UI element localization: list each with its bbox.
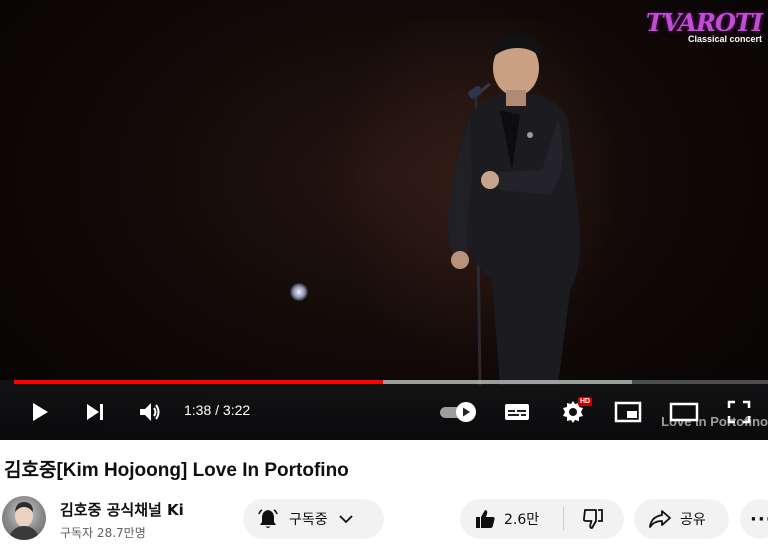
dislike-button[interactable] bbox=[564, 499, 622, 539]
chevron-down-icon bbox=[339, 515, 353, 524]
like-count: 2.6만 bbox=[504, 512, 540, 528]
progress-bar[interactable] bbox=[14, 380, 768, 384]
player-controls: 1:38 / 3:22 HD bbox=[0, 392, 768, 432]
share-label: 공유 bbox=[680, 512, 706, 528]
subscriber-count: 구독자 28.7만명 bbox=[60, 526, 146, 540]
fullscreen-icon bbox=[727, 400, 751, 424]
thumbs-down-icon bbox=[583, 509, 603, 529]
progress-played bbox=[14, 380, 384, 384]
play-icon bbox=[33, 403, 48, 421]
hd-badge: HD bbox=[578, 397, 593, 406]
time-separator: / bbox=[211, 402, 223, 418]
volume-button[interactable] bbox=[136, 392, 164, 432]
next-button[interactable] bbox=[82, 392, 108, 432]
time-total: 3:22 bbox=[222, 402, 251, 418]
share-button[interactable]: 공유 bbox=[634, 499, 729, 539]
video-player[interactable]: TVAROTI Classical concert Love in Portof… bbox=[0, 0, 768, 440]
time-current: 1:38 bbox=[184, 402, 212, 418]
next-icon bbox=[87, 404, 103, 420]
time-display: 1:38 / 3:22 bbox=[184, 402, 250, 418]
theater-icon bbox=[669, 402, 699, 422]
subscribe-label: 구독중 bbox=[289, 512, 328, 528]
thumbs-up-icon bbox=[476, 510, 495, 528]
avatar-image bbox=[8, 502, 40, 540]
volume-icon bbox=[140, 403, 160, 421]
channel-name[interactable]: 김호중 공식채널 Ki bbox=[60, 499, 184, 520]
fullscreen-button[interactable] bbox=[724, 392, 754, 432]
bell-icon bbox=[258, 509, 278, 528]
channel-watermark: TVAROTI Classical concert bbox=[645, 8, 763, 45]
video-title: 김호중[Kim Hojoong] Love In Portofino bbox=[4, 460, 349, 481]
theater-button[interactable] bbox=[668, 392, 700, 432]
share-icon bbox=[649, 510, 671, 528]
autoplay-toggle-icon bbox=[440, 402, 476, 422]
subscribe-button[interactable]: 구독중 bbox=[243, 499, 384, 539]
stage-spotlight bbox=[290, 283, 308, 301]
like-button[interactable]: 2.6만 bbox=[460, 499, 563, 539]
more-actions-button[interactable]: ··· bbox=[740, 499, 768, 539]
play-button[interactable] bbox=[26, 392, 54, 432]
watermark-brand: TVAROTI bbox=[645, 8, 763, 37]
autoplay-toggle[interactable] bbox=[438, 392, 478, 432]
like-dislike-group: 2.6만 bbox=[460, 499, 624, 539]
subtitles-button[interactable] bbox=[503, 392, 531, 432]
more-icon: ··· bbox=[750, 508, 768, 530]
settings-button[interactable]: HD bbox=[558, 392, 593, 432]
miniplayer-button[interactable] bbox=[613, 392, 643, 432]
channel-avatar[interactable] bbox=[2, 496, 46, 540]
subtitles-icon bbox=[505, 404, 529, 420]
singer-figure bbox=[448, 33, 581, 385]
miniplayer-icon bbox=[614, 401, 642, 423]
